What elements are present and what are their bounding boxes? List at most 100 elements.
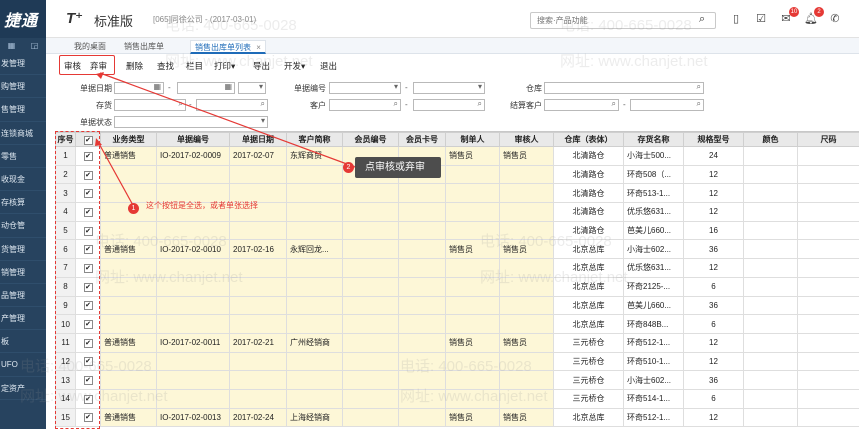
settle-customer-to-field[interactable]: ⌕ xyxy=(630,99,704,111)
search-icon[interactable]: ⌕ xyxy=(697,82,701,92)
table-row[interactable]: 12 ✔ 三元桥仓 环奇510-1... 12 xyxy=(55,351,859,372)
table-cell xyxy=(286,314,343,334)
table-row[interactable]: 7 ✔ 北京总库 优乐悠631... 12 xyxy=(55,258,859,278)
checkbox[interactable]: ✔ xyxy=(83,135,93,145)
nav-item[interactable]: 动仓管 xyxy=(0,214,46,238)
table-cell xyxy=(797,146,859,166)
search-icon[interactable]: ⌕ xyxy=(697,99,701,109)
tab-sales-outbound[interactable]: 销售出库单 xyxy=(120,40,168,54)
nav-item[interactable]: 收现金 xyxy=(0,168,46,192)
settle-customer-from-field[interactable]: ⌕ xyxy=(544,99,619,111)
calendar-icon[interactable]: ▦ xyxy=(224,82,232,91)
nav-item[interactable]: 产管理 xyxy=(0,307,46,331)
nav-item[interactable]: 品管理 xyxy=(0,284,46,308)
calendar-icon[interactable]: ▦ xyxy=(153,82,161,91)
audit-button[interactable]: 审核 xyxy=(64,59,81,73)
calculator-icon[interactable]: ▯ xyxy=(729,12,743,26)
row-checkbox[interactable]: ✔ xyxy=(83,320,93,330)
callout-1-number: 1 xyxy=(128,203,139,214)
table-row[interactable]: 10 ✔ 北京总库 环奇848B... 6 xyxy=(55,314,859,334)
phone-icon[interactable]: ✆ xyxy=(828,12,842,26)
table-row[interactable]: 2 ✔ 北清路仓 环奇508（... 12 xyxy=(55,164,859,185)
table-row[interactable]: 13 ✔ 三元桥仓 小海士602... 36 xyxy=(55,370,859,390)
exit-button[interactable]: 退出 xyxy=(320,59,337,73)
print-button[interactable]: 打印▾ xyxy=(214,59,235,73)
tab-sales-outbound-list[interactable]: 销售出库单列表 × xyxy=(190,40,266,54)
status-select[interactable]: ▾ xyxy=(114,116,268,128)
nav-item[interactable]: 零售 xyxy=(0,145,46,168)
row-checkbox[interactable]: ✔ xyxy=(83,413,93,423)
bell-icon[interactable]: 🔔︎ 2 xyxy=(804,7,824,26)
nav-item[interactable]: 售管理 xyxy=(0,98,46,122)
search-icon[interactable]: ⌕ xyxy=(179,99,183,109)
nav-item[interactable]: 定资产 xyxy=(0,377,46,400)
unaudit-button[interactable]: 弃审 xyxy=(90,59,107,73)
table-row[interactable]: 5 ✔ 北清路仓 芭美儿660... 16 xyxy=(55,220,859,241)
row-checkbox[interactable]: ✔ xyxy=(83,263,93,273)
delete-button[interactable]: 删除 xyxy=(126,59,143,73)
table-cell: 北清路仓 xyxy=(553,220,624,241)
code-from-field[interactable]: ▾ xyxy=(329,82,401,94)
search-input[interactable] xyxy=(530,12,716,29)
table-cell: 北京总库 xyxy=(553,295,624,316)
search-icon[interactable]: ⌕ xyxy=(612,99,616,109)
table-cell: 三元桥仓 xyxy=(553,388,624,409)
warehouse-field[interactable]: ⌕ xyxy=(544,82,704,94)
date-from-field[interactable]: ▦ xyxy=(114,82,164,94)
develop-button[interactable]: 开发▾ xyxy=(284,59,305,73)
nav-item[interactable]: 板 xyxy=(0,330,46,354)
search-icon[interactable]: ⌕ xyxy=(699,13,705,26)
message-icon[interactable]: ✉ 10 xyxy=(779,7,799,26)
inventory-from-field[interactable]: ⌕ xyxy=(114,99,186,111)
row-checkbox[interactable]: ✔ xyxy=(83,394,93,404)
columns-button[interactable]: 栏目 xyxy=(186,59,203,73)
table-cell: 普通销售 xyxy=(100,146,157,166)
row-checkbox[interactable]: ✔ xyxy=(83,282,93,292)
nav-item[interactable]: 连锁商城 xyxy=(0,122,46,145)
nav-item[interactable]: 销管理 xyxy=(0,261,46,284)
search-icon[interactable]: ⌕ xyxy=(394,99,398,109)
table-cell xyxy=(499,258,554,278)
nav-item[interactable]: UFO xyxy=(0,353,46,377)
table-row[interactable]: 15 ✔ 普通销售 IO-2017-02-0013 2017-02-24 上海经销商 销售员… xyxy=(55,407,859,428)
select-all-checkbox[interactable]: ✔ xyxy=(75,132,101,147)
date-range-select[interactable]: ▾ xyxy=(238,82,266,94)
table-cell xyxy=(286,295,343,316)
table-cell xyxy=(342,220,399,241)
nav-item[interactable]: 存核算 xyxy=(0,191,46,215)
row-checkbox[interactable]: ✔ xyxy=(83,151,93,161)
customer-to-field[interactable]: ⌕ xyxy=(413,99,485,111)
task-icon[interactable]: ☑ xyxy=(754,12,768,26)
table-row[interactable]: 11 ✔ 普通销售 IO-2017-02-0011 2017-02-21 广州经销商 销售员… xyxy=(55,332,859,353)
table-row[interactable]: 14 ✔ 三元桥仓 环奇514-1... 6 xyxy=(55,388,859,409)
row-checkbox[interactable]: ✔ xyxy=(83,245,93,255)
search-icon[interactable]: ⌕ xyxy=(261,99,265,109)
tab-desktop[interactable]: 我的桌面 xyxy=(70,40,110,54)
row-checkbox[interactable]: ✔ xyxy=(83,226,93,236)
inventory-to-field[interactable]: ⌕ xyxy=(196,99,268,111)
table-row[interactable]: 1 ✔ 普通销售 IO-2017-02-0009 2017-02-07 东辉商贸 销售员 销售… xyxy=(55,146,859,166)
table-row[interactable]: 6 ✔ 普通销售 IO-2017-02-0010 2017-02-16 永辉回龙... 销售… xyxy=(55,239,859,260)
nav-item[interactable]: 购管理 xyxy=(0,75,46,99)
find-button[interactable]: 查找 xyxy=(157,59,174,73)
close-icon[interactable]: × xyxy=(256,43,261,52)
export-button[interactable]: 导出 xyxy=(253,59,270,73)
row-checkbox[interactable]: ✔ xyxy=(83,338,93,348)
row-checkbox[interactable]: ✔ xyxy=(83,207,93,217)
search-icon[interactable]: ⌕ xyxy=(478,99,482,109)
row-checkbox[interactable]: ✔ xyxy=(83,170,93,180)
code-to-field[interactable]: ▾ xyxy=(413,82,485,94)
row-checkbox[interactable]: ✔ xyxy=(83,357,93,367)
grid-icon[interactable]: ▦ xyxy=(8,41,16,50)
row-checkbox[interactable]: ✔ xyxy=(83,189,93,199)
row-checkbox[interactable]: ✔ xyxy=(83,376,93,386)
row-checkbox[interactable]: ✔ xyxy=(83,301,93,311)
pin-icon[interactable]: ◲ xyxy=(31,41,39,50)
table-cell: 销售员 xyxy=(499,407,554,428)
table-row[interactable]: 8 ✔ 北京总库 环奇2125-... 6 xyxy=(55,276,859,297)
nav-item[interactable]: 货管理 xyxy=(0,238,46,261)
nav-item[interactable]: 发管理 xyxy=(0,52,46,76)
date-to-field[interactable]: ▦ xyxy=(177,82,235,94)
table-row[interactable]: 9 ✔ 北京总库 芭美儿660... 36 xyxy=(55,295,859,316)
customer-from-field[interactable]: ⌕ xyxy=(329,99,401,111)
